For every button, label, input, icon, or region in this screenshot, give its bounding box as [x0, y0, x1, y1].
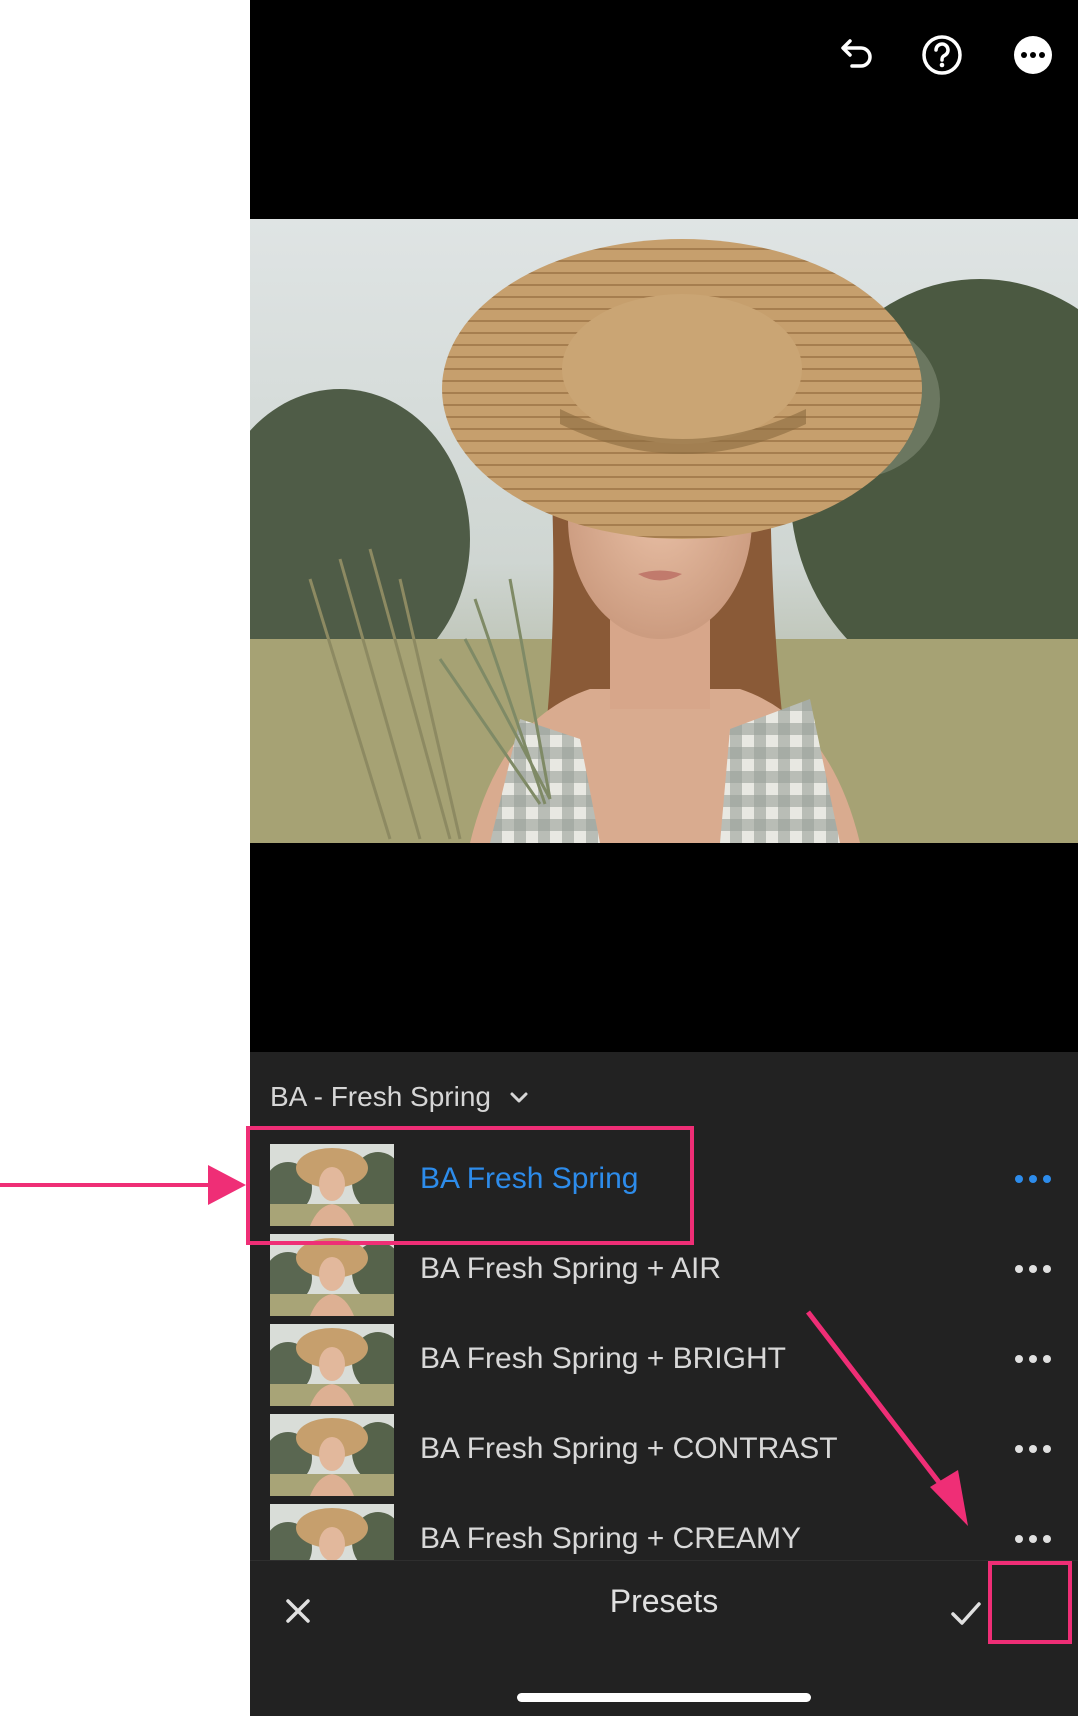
preset-thumbnail: [270, 1504, 394, 1560]
bottom-bar: Presets: [250, 1560, 1078, 1716]
presets-panel: BA - Fresh Spring BA Fresh Spring BA Fre…: [250, 1052, 1078, 1560]
preset-group-label: BA - Fresh Spring: [270, 1081, 491, 1112]
more-options-icon[interactable]: [1008, 30, 1058, 80]
undo-icon[interactable]: [830, 30, 880, 80]
preset-row-contrast[interactable]: BA Fresh Spring + CONTRAST: [250, 1414, 1078, 1496]
top-toolbar: [250, 0, 1078, 120]
preset-thumbnail: [270, 1234, 394, 1316]
more-options-icon[interactable]: [1014, 1352, 1052, 1366]
more-options-icon[interactable]: [1014, 1442, 1052, 1456]
preset-label: BA Fresh Spring: [420, 1162, 639, 1195]
photo-preview: [250, 219, 1078, 843]
preset-label: BA Fresh Spring + AIR: [420, 1252, 721, 1285]
lightroom-editor: BA - Fresh Spring BA Fresh Spring BA Fre…: [250, 0, 1078, 1716]
checkmark-icon[interactable]: [944, 1593, 988, 1633]
preset-group-selector[interactable]: BA - Fresh Spring: [270, 1072, 531, 1122]
preset-row-bright[interactable]: BA Fresh Spring + BRIGHT: [250, 1324, 1078, 1406]
more-options-icon[interactable]: [1014, 1172, 1052, 1186]
preset-thumbnail: [270, 1414, 394, 1496]
preset-thumbnail: [270, 1324, 394, 1406]
preset-thumbnail: [270, 1144, 394, 1226]
home-indicator: [517, 1693, 811, 1702]
blank-margin: [0, 0, 250, 1715]
preset-row-fresh-spring[interactable]: BA Fresh Spring: [250, 1144, 1078, 1226]
help-icon[interactable]: [917, 30, 967, 80]
preset-label: BA Fresh Spring + CONTRAST: [420, 1432, 838, 1465]
preset-label: BA Fresh Spring + CREAMY: [420, 1522, 801, 1555]
preset-label: BA Fresh Spring + BRIGHT: [420, 1342, 786, 1375]
more-options-icon[interactable]: [1014, 1532, 1052, 1546]
chevron-down-icon: [510, 1092, 528, 1103]
preset-row-air[interactable]: BA Fresh Spring + AIR: [250, 1234, 1078, 1316]
more-options-icon[interactable]: [1014, 1262, 1052, 1276]
preset-row-creamy[interactable]: BA Fresh Spring + CREAMY: [250, 1504, 1078, 1560]
